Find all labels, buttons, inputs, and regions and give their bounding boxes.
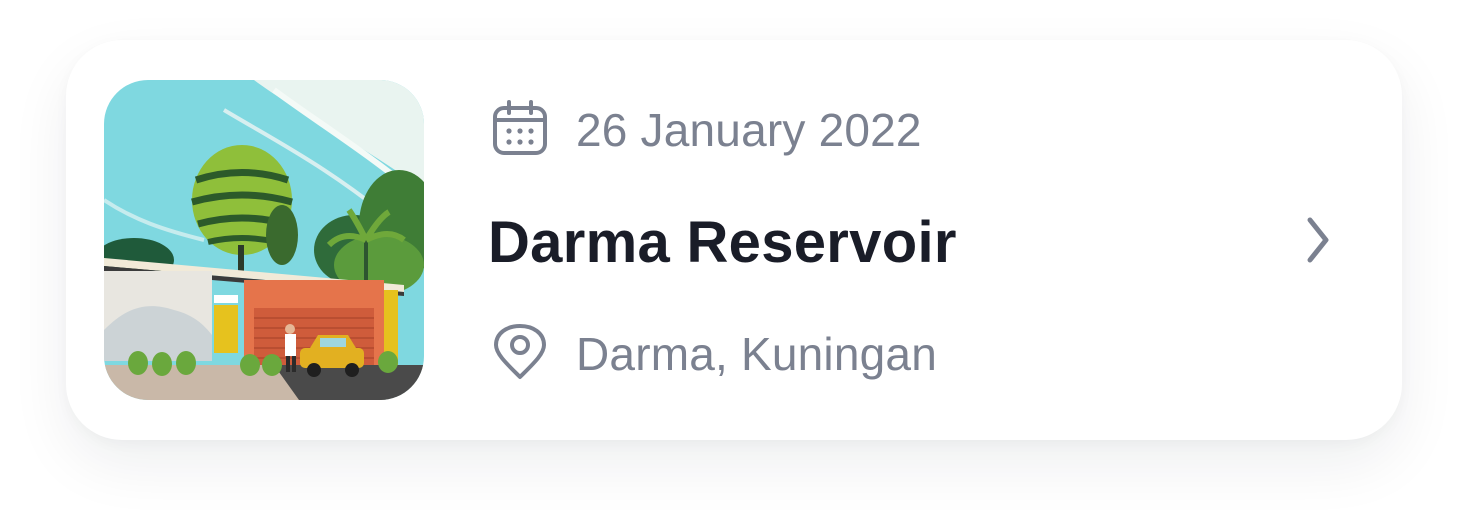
chevron-right-icon[interactable] — [1294, 212, 1342, 268]
event-card[interactable]: 26 January 2022 Darma Reservoir Darma, K… — [66, 40, 1402, 440]
event-thumbnail — [104, 80, 424, 400]
map-pin-icon — [492, 324, 548, 380]
event-date: 26 January 2022 — [576, 104, 922, 156]
calendar-icon — [492, 100, 548, 156]
event-location: Darma, Kuningan — [576, 328, 937, 380]
stage: 26 January 2022 Darma Reservoir Darma, K… — [0, 0, 1468, 528]
event-title: Darma Reservoir — [488, 210, 957, 275]
house-illustration — [104, 80, 424, 400]
